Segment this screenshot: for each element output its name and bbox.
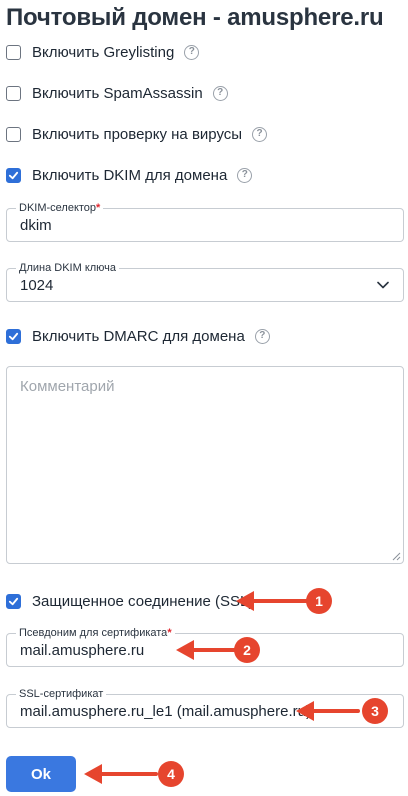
- page-title: Почтовый домен - amusphere.ru: [6, 4, 384, 31]
- arrow-shaft: [310, 709, 360, 713]
- required-mark: *: [96, 202, 101, 214]
- help-icon[interactable]: ?: [252, 126, 268, 142]
- arrow-shaft: [98, 772, 158, 776]
- dkim-option[interactable]: Включить DKIM для домена ?: [6, 165, 253, 185]
- dmarc-checkbox[interactable]: [6, 328, 21, 344]
- annotation-badge-3: 3: [362, 698, 388, 724]
- arrow-shaft: [190, 648, 240, 652]
- help-icon[interactable]: ?: [237, 167, 253, 183]
- antivirus-option[interactable]: Включить проверку на вирусы ?: [6, 124, 268, 144]
- ssl-checkbox[interactable]: [6, 593, 21, 609]
- dkim-key-length-value[interactable]: 1024: [20, 277, 53, 294]
- spamassassin-label[interactable]: Включить SpamAssassin: [32, 85, 203, 102]
- dmarc-label[interactable]: Включить DMARC для домена: [32, 328, 245, 345]
- spamassassin-checkbox[interactable]: [6, 85, 21, 101]
- comment-placeholder: Комментарий: [20, 378, 115, 395]
- dkim-selector-field[interactable]: DKIM-селектор* dkim: [6, 201, 404, 242]
- help-icon[interactable]: ?: [254, 328, 270, 344]
- ssl-option[interactable]: Защищенное соединение (SSL): [6, 591, 253, 611]
- checkmark-icon: [8, 171, 19, 179]
- dkim-label[interactable]: Включить DKIM для домена: [32, 167, 227, 184]
- cert-alias-input[interactable]: mail.amusphere.ru: [20, 642, 144, 659]
- help-icon[interactable]: ?: [212, 85, 228, 101]
- greylisting-label[interactable]: Включить Greylisting: [32, 44, 174, 61]
- ssl-cert-label: SSL-сертификат: [16, 687, 107, 701]
- dkim-selector-input[interactable]: dkim: [20, 217, 52, 234]
- comment-textarea[interactable]: Комментарий: [6, 366, 404, 564]
- annotation-badge-4: 4: [158, 761, 184, 787]
- dmarc-option[interactable]: Включить DMARC для домена ?: [6, 326, 270, 346]
- resize-handle-icon[interactable]: [392, 552, 401, 561]
- checkmark-icon: [8, 332, 19, 340]
- checkmark-icon: [8, 597, 19, 605]
- ssl-cert-value[interactable]: mail.amusphere.ru_le1 (mail.amusphere.ru…: [20, 703, 311, 720]
- dkim-key-length-label: Длина DKIM ключа: [16, 261, 120, 275]
- annotation-badge-2: 2: [234, 637, 260, 663]
- required-mark: *: [167, 627, 172, 639]
- chevron-down-icon[interactable]: [377, 281, 389, 289]
- annotation-badge-1: 1: [306, 588, 332, 614]
- annotation-arrow-3: 3: [296, 698, 392, 724]
- annotation-arrow-1: 1: [236, 588, 332, 614]
- greylisting-option[interactable]: Включить Greylisting ?: [6, 42, 200, 62]
- annotation-arrow-4: 4: [84, 761, 184, 787]
- dkim-selector-label: DKIM-селектор*: [16, 201, 104, 215]
- help-icon[interactable]: ?: [184, 44, 200, 60]
- spamassassin-option[interactable]: Включить SpamAssassin ?: [6, 83, 228, 103]
- greylisting-checkbox[interactable]: [6, 44, 21, 60]
- arrow-shaft: [250, 599, 310, 603]
- antivirus-checkbox[interactable]: [6, 126, 21, 142]
- antivirus-label[interactable]: Включить проверку на вирусы: [32, 126, 242, 143]
- dkim-checkbox[interactable]: [6, 167, 21, 183]
- cert-alias-label: Псевдоним для сертификата*: [16, 626, 175, 640]
- annotation-arrow-2: 2: [176, 637, 272, 663]
- dkim-key-length-select[interactable]: Длина DKIM ключа 1024: [6, 261, 404, 302]
- ssl-label[interactable]: Защищенное соединение (SSL): [32, 593, 253, 610]
- ok-button[interactable]: Ok: [6, 756, 76, 792]
